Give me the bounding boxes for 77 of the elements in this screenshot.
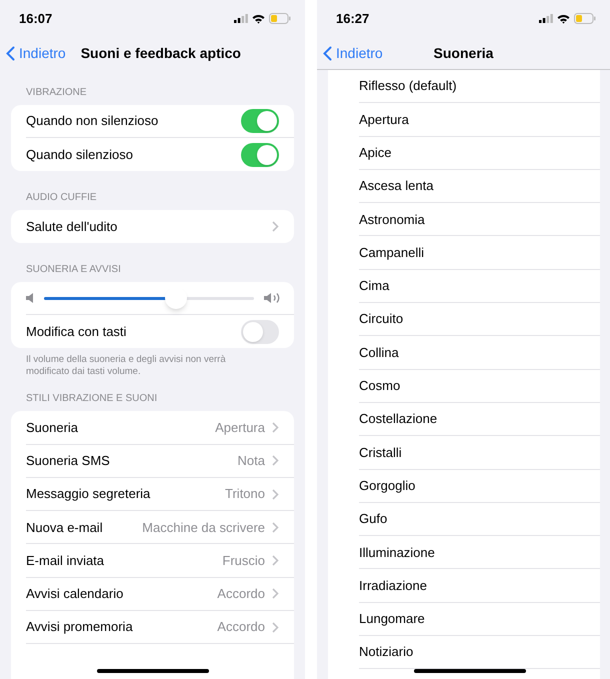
row-label: Suoneria	[26, 418, 78, 437]
slider-thumb[interactable]	[165, 287, 188, 310]
speaker-quiet-icon	[26, 293, 34, 304]
row-value: Macchine da scrivere	[142, 518, 265, 537]
tone-row[interactable]: Circuito	[359, 303, 600, 336]
row-label: Modifica con tasti	[26, 323, 126, 342]
chevron-right-icon	[272, 488, 279, 500]
row-label: Quando non silenzioso	[26, 112, 158, 130]
chevron-right-icon	[272, 522, 279, 533]
tone-row[interactable]: Riflesso (default)	[359, 70, 600, 104]
row-label: Avvisi calendario	[26, 585, 124, 604]
tone-row[interactable]: Cosmo	[359, 370, 600, 403]
toggle-switch[interactable]	[241, 320, 279, 344]
chevron-right-icon	[272, 422, 279, 433]
tone-row[interactable]: Illuminazione	[359, 536, 600, 570]
row-label: Nuova e-mail	[26, 518, 103, 537]
section-header: AUDIO CUFFIE	[25, 191, 98, 205]
settings-row[interactable]: Nuova e-mail Macchine da scrivere	[26, 511, 294, 544]
settings-row[interactable]: Avvisi promemoria Accordo	[26, 611, 294, 644]
section-header: SUONERIA E AVVISI	[25, 263, 122, 278]
chevron-right-icon	[272, 588, 279, 600]
row-value: Fruscio	[222, 552, 265, 570]
toggle-switch[interactable]	[241, 109, 279, 133]
tone-row[interactable]: Cristalli	[359, 436, 600, 470]
row-label: Suoneria SMS	[26, 452, 110, 470]
page-title: Suoneria	[434, 44, 494, 62]
row-value: Accordo	[217, 585, 265, 604]
back-button[interactable]: Indietro	[317, 42, 383, 64]
tone-row[interactable]: Astronomia	[359, 203, 600, 236]
tone-row[interactable]: Gufo	[359, 502, 600, 536]
wifi-icon	[557, 14, 570, 24]
row-label: Quando silenzioso	[26, 146, 133, 164]
row-value: Tritono	[225, 485, 265, 504]
section-header: STILI VIBRAZIONE E SUONI	[25, 392, 158, 406]
battery-icon	[269, 13, 291, 24]
section-header: VIBRAZIONE	[25, 86, 88, 100]
status-time: 16:07	[19, 10, 52, 28]
tone-row[interactable]: Apice	[359, 136, 600, 170]
settings-row[interactable]: Suoneria SMS Nota	[26, 444, 294, 478]
row-label: Messaggio segreteria	[26, 485, 150, 504]
tone-row[interactable]: Irradiazione	[359, 569, 600, 603]
chevron-right-icon	[272, 622, 279, 633]
settings-row[interactable]: Messaggio segreteria Tritono	[26, 478, 294, 512]
tone-row[interactable]: Apertura	[359, 103, 600, 137]
tone-row[interactable]: Gorgoglio	[359, 470, 600, 503]
toggle-switch[interactable]	[241, 142, 279, 166]
settings-row[interactable]: Avvisi calendario Accordo	[26, 578, 294, 612]
signal-icon	[234, 14, 248, 23]
wifi-icon	[252, 14, 265, 24]
page-title: Suoni e feedback aptico	[80, 44, 241, 63]
chevron-left-icon	[323, 46, 332, 60]
chevron-right-icon	[272, 555, 279, 566]
speaker-loud-icon	[264, 292, 282, 304]
tone-row[interactable]: Collina	[359, 336, 600, 370]
status-time: 16:27	[336, 10, 370, 28]
row-label: E-mail inviata	[26, 552, 104, 570]
settings-row[interactable]: Suoneria Apertura	[26, 411, 294, 445]
tone-row[interactable]: Lungomare	[359, 602, 600, 636]
tone-row[interactable]: Ascesa lenta	[359, 170, 600, 204]
section-footnote: Il volume della suoneria e degli avvisi non verrà modificato dai tasti volume.	[25, 354, 227, 378]
tone-row[interactable]: Costellazione	[359, 402, 600, 436]
row-value: Accordo	[217, 618, 265, 636]
row-value: Apertura	[215, 418, 265, 437]
tone-row[interactable]: Campanelli	[359, 236, 600, 270]
chevron-right-icon	[272, 455, 279, 466]
row-value: Nota	[238, 452, 265, 470]
settings-row[interactable]: Salute dell'udito	[26, 210, 294, 244]
volume-slider[interactable]	[44, 287, 254, 310]
tone-row[interactable]: Cima	[359, 270, 600, 304]
row-label: Salute dell'udito	[26, 218, 118, 236]
chevron-left-icon	[6, 46, 15, 60]
settings-row[interactable]: E-mail inviata Fruscio	[26, 544, 294, 578]
row-label: Avvisi promemoria	[26, 618, 133, 636]
signal-icon	[539, 14, 553, 23]
chevron-right-icon	[272, 221, 279, 232]
battery-icon	[574, 13, 596, 24]
back-button[interactable]: Indietro	[0, 42, 66, 64]
